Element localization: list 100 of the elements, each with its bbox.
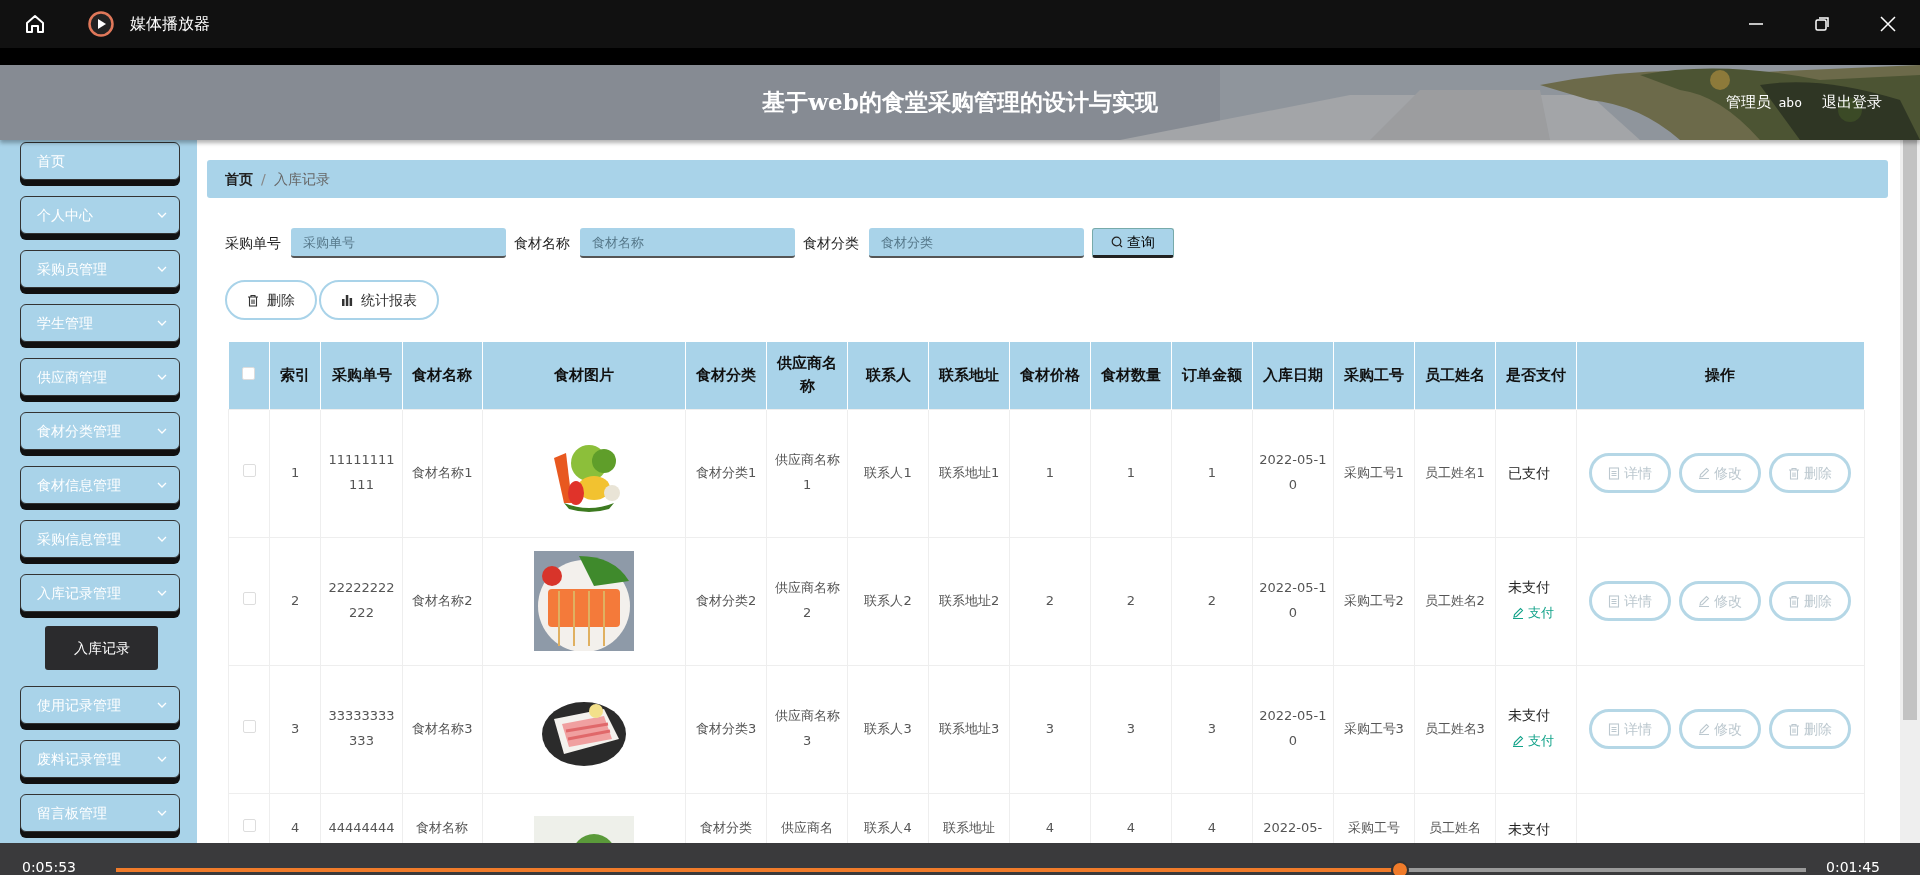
- edit-button[interactable]: 修改: [1679, 453, 1762, 493]
- chevron-down-icon: [157, 536, 167, 542]
- payment-status: 未支付: [1507, 819, 1551, 839]
- chevron-down-icon: [157, 320, 167, 326]
- payment-status: 未支付: [1507, 578, 1551, 598]
- logout-link[interactable]: 退出登录: [1822, 91, 1882, 114]
- table-cell: 1: [291, 464, 300, 480]
- pencil-icon: [1698, 467, 1711, 479]
- details-button[interactable]: 详情: [1589, 709, 1672, 749]
- table-cell: 供应商名称3: [774, 708, 840, 748]
- table-cell: 1: [1045, 464, 1055, 480]
- table-cell: 2: [1045, 592, 1055, 608]
- column-header: 供应商名称: [777, 354, 838, 396]
- column-header: 食材名称: [412, 365, 473, 384]
- trash-icon: [1788, 594, 1801, 608]
- table-cell: 33333333333: [328, 708, 395, 748]
- delete-row-button[interactable]: 删除: [1769, 709, 1852, 749]
- scrollbar[interactable]: [1900, 140, 1920, 843]
- table-cell: 联系人3: [864, 720, 912, 736]
- site-title: 基于web的食堂采购管理的设计与实现: [762, 87, 1158, 118]
- chevron-down-icon: [157, 212, 167, 218]
- column-header: 员工姓名: [1424, 365, 1485, 384]
- table-cell: 食材分类: [700, 819, 753, 835]
- remaining-time: 0:01:45: [1826, 858, 1880, 875]
- table-cell: 食材分类2: [696, 592, 757, 608]
- table-cell: 11111111111: [328, 452, 395, 492]
- table-cell: 22222222222: [328, 580, 395, 620]
- table-cell: 供应商名称1: [774, 452, 840, 492]
- pay-link[interactable]: 支付: [1511, 728, 1554, 754]
- table-cell: 2022-05-10: [1259, 580, 1327, 620]
- search-button[interactable]: 查询: [1092, 228, 1174, 258]
- table-cell: 员工姓名3: [1424, 720, 1485, 736]
- details-button[interactable]: 详情: [1589, 453, 1672, 493]
- trash-icon: [247, 293, 259, 307]
- table-cell: 采购工号3: [1343, 720, 1404, 736]
- search-field[interactable]: 食材名称: [580, 228, 795, 258]
- search-field[interactable]: 食材分类: [869, 228, 1084, 258]
- pencil-icon: [1511, 735, 1524, 748]
- table-cell: 采购工号1: [1343, 464, 1404, 480]
- delete-button[interactable]: 删除: [225, 280, 317, 320]
- breadcrumb-item[interactable]: 入库记录: [273, 168, 330, 190]
- table-cell: 员工姓名1: [1424, 464, 1485, 480]
- edit-button[interactable]: 修改: [1679, 709, 1762, 749]
- column-header: 采购工号: [1343, 365, 1404, 384]
- table-cell: 4: [1126, 819, 1136, 835]
- chevron-down-icon: [157, 266, 167, 272]
- trash-icon: [1788, 466, 1801, 480]
- chevron-down-icon: [157, 590, 167, 596]
- column-header: 食材分类: [696, 365, 757, 384]
- column-header: 操作: [1705, 365, 1736, 384]
- table-cell: 联系人4: [864, 819, 912, 835]
- table-cell: 联系地址1: [938, 464, 1000, 480]
- table-cell: 2022-05-10: [1259, 708, 1327, 748]
- table-cell: 4: [291, 819, 300, 835]
- table-cell: 4: [1207, 819, 1216, 835]
- table-cell: 2022-05-10: [1259, 452, 1327, 492]
- payment-status: 已支付: [1507, 463, 1551, 483]
- search-field[interactable]: 采购单号: [291, 228, 506, 258]
- pay-link[interactable]: 支付: [1511, 600, 1554, 626]
- edit-button[interactable]: 修改: [1679, 581, 1762, 621]
- chevron-down-icon: [157, 428, 167, 434]
- table-cell: 食材名称: [416, 819, 469, 835]
- document-icon: [1608, 594, 1621, 608]
- row-checkbox[interactable]: [242, 719, 256, 733]
- elapsed-time: 0:05:53: [22, 858, 76, 875]
- row-checkbox[interactable]: [242, 463, 256, 477]
- delete-row-button[interactable]: 删除: [1769, 581, 1852, 621]
- pencil-icon: [1511, 607, 1524, 620]
- home-icon[interactable]: [24, 13, 46, 35]
- pencil-icon: [1698, 595, 1711, 607]
- table-cell: 联系地址2: [938, 592, 1000, 608]
- field-label: 食材分类: [803, 233, 859, 253]
- table-cell: 3: [1207, 720, 1216, 736]
- table-cell: 4: [1045, 819, 1055, 835]
- report-button[interactable]: 统计报表: [319, 280, 439, 320]
- table-cell: 供应商名: [781, 819, 834, 835]
- table-cell: 联系人1: [864, 464, 912, 480]
- table-cell: 联系人2: [864, 592, 912, 608]
- details-button[interactable]: 详情: [1589, 581, 1672, 621]
- column-header: 订单金额: [1181, 365, 1242, 384]
- search-icon: [1111, 236, 1123, 248]
- column-header: 联系人: [865, 365, 911, 384]
- row-checkbox[interactable]: [242, 818, 256, 832]
- column-header: 食材数量: [1100, 365, 1161, 384]
- breadcrumb-item[interactable]: 首页: [225, 168, 253, 190]
- close-icon[interactable]: [1880, 16, 1896, 32]
- table-cell: 供应商名称2: [774, 580, 840, 620]
- table-cell: 食材分类1: [696, 464, 757, 480]
- bar-chart-icon: [341, 294, 353, 306]
- breadcrumb-separator: /: [261, 169, 266, 189]
- column-header: 索引: [280, 365, 311, 384]
- document-icon: [1608, 722, 1621, 736]
- select-all-checkbox[interactable]: [242, 366, 256, 380]
- row-checkbox[interactable]: [242, 591, 256, 605]
- delete-row-button[interactable]: 删除: [1769, 453, 1852, 493]
- chevron-down-icon: [157, 702, 167, 708]
- user-name: abo: [1778, 93, 1802, 112]
- field-label: 食材名称: [514, 233, 570, 253]
- sidebar-subitem[interactable]: 入库记录: [45, 626, 158, 670]
- restore-icon[interactable]: [1814, 16, 1830, 32]
